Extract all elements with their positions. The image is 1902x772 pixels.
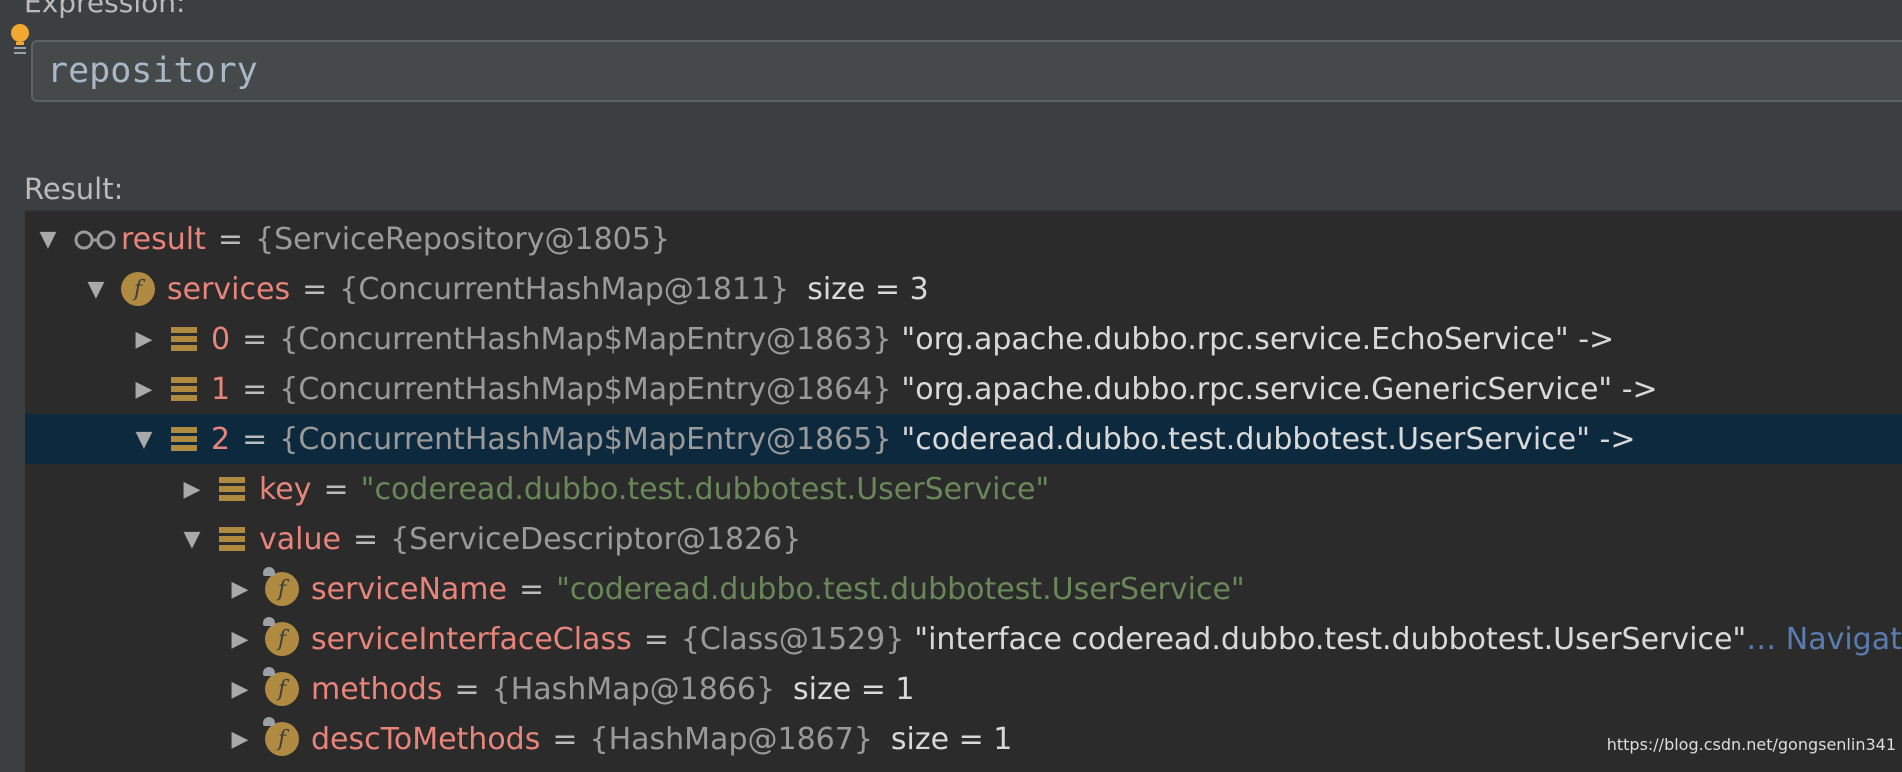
tree-row-methods[interactable]: ▶ f methods = {HashMap@1866} size = 1 bbox=[25, 664, 1902, 714]
field-name: methods bbox=[311, 671, 443, 707]
tree-row-services[interactable]: ▼ f services = {ConcurrentHashMap@1811} … bbox=[25, 264, 1902, 314]
field-name: 1 bbox=[211, 371, 231, 407]
equals-sign: = bbox=[217, 221, 244, 257]
equals-sign: = bbox=[242, 371, 268, 407]
field-name: 0 bbox=[211, 321, 231, 357]
entry-list-icon bbox=[169, 324, 199, 354]
entry-list-icon bbox=[217, 474, 247, 504]
object-ref: {ConcurrentHashMap$MapEntry@1865} bbox=[279, 421, 892, 457]
field-name: result bbox=[121, 221, 206, 257]
object-ref: {ConcurrentHashMap$MapEntry@1863} bbox=[279, 321, 892, 357]
field-icon: f bbox=[121, 272, 155, 306]
object-ref: {ConcurrentHashMap$MapEntry@1864} bbox=[279, 371, 892, 407]
collapsed-arrow-icon[interactable]: ▶ bbox=[225, 624, 255, 654]
field-name: descToMethods bbox=[311, 721, 541, 757]
entry-text: "coderead.dubbo.test.dubbotest.UserServi… bbox=[901, 421, 1636, 457]
equals-sign: = bbox=[302, 271, 328, 307]
private-field-icon: f bbox=[263, 717, 299, 756]
equals-sign: = bbox=[552, 721, 578, 757]
private-field-icon: f bbox=[263, 567, 299, 606]
field-name: serviceName bbox=[311, 571, 507, 607]
tree-row-value[interactable]: ▼ value = {ServiceDescriptor@1826} bbox=[25, 514, 1902, 564]
object-ref: {ServiceRepository@1805} bbox=[255, 221, 670, 257]
entry-text: "org.apache.dubbo.rpc.service.EchoServic… bbox=[901, 321, 1615, 357]
collapsed-arrow-icon[interactable]: ▶ bbox=[129, 374, 159, 404]
expression-input[interactable]: repository bbox=[31, 40, 1902, 102]
object-ref: {HashMap@1866} bbox=[491, 671, 776, 707]
tree-row-entry-0[interactable]: ▶ 0 = {ConcurrentHashMap$MapEntry@1863} … bbox=[25, 314, 1902, 364]
tree-row-entry-2[interactable]: ▼ 2 = {ConcurrentHashMap$MapEntry@1865} … bbox=[25, 414, 1902, 464]
size-text: size = 1 bbox=[793, 671, 915, 707]
result-tree[interactable]: ▼ result = {ServiceRepository@1805} ▼ f … bbox=[25, 210, 1902, 772]
object-ref: {Class@1529} bbox=[680, 621, 905, 657]
size-text: size = 1 bbox=[890, 721, 1013, 757]
expanded-arrow-icon[interactable]: ▼ bbox=[33, 224, 63, 254]
collapsed-arrow-icon[interactable]: ▶ bbox=[225, 674, 255, 704]
field-name: key bbox=[259, 471, 312, 507]
equals-sign: = bbox=[518, 571, 545, 607]
entry-list-icon bbox=[169, 424, 199, 454]
size-text: size = 3 bbox=[807, 271, 929, 307]
tree-row-entry-1[interactable]: ▶ 1 = {ConcurrentHashMap$MapEntry@1864} … bbox=[25, 364, 1902, 414]
expanded-arrow-icon[interactable]: ▼ bbox=[177, 524, 207, 554]
field-name: 2 bbox=[211, 421, 231, 457]
equals-sign: = bbox=[242, 321, 268, 357]
result-label: Result: bbox=[24, 172, 124, 206]
private-field-icon: f bbox=[263, 617, 299, 656]
collapsed-arrow-icon[interactable]: ▶ bbox=[177, 474, 207, 504]
field-name: value bbox=[259, 521, 341, 557]
expanded-arrow-icon[interactable]: ▼ bbox=[129, 424, 159, 454]
field-name: services bbox=[167, 271, 291, 307]
collapsed-arrow-icon[interactable]: ▶ bbox=[225, 724, 255, 754]
equals-sign: = bbox=[352, 521, 379, 557]
equals-sign: = bbox=[454, 671, 480, 707]
tree-row-result[interactable]: ▼ result = {ServiceRepository@1805} bbox=[25, 214, 1902, 264]
entry-text: "org.apache.dubbo.rpc.service.GenericSer… bbox=[901, 371, 1658, 407]
equals-sign: = bbox=[242, 421, 268, 457]
equals-sign: = bbox=[323, 471, 349, 507]
tree-row-key[interactable]: ▶ key = "coderead.dubbo.test.dubbotest.U… bbox=[25, 464, 1902, 514]
private-field-icon: f bbox=[263, 667, 299, 706]
entry-list-icon bbox=[169, 374, 199, 404]
string-value: "coderead.dubbo.test.dubbotest.UserServi… bbox=[556, 571, 1245, 607]
navigate-link[interactable]: … Navigate bbox=[1746, 622, 1902, 657]
equals-sign: = bbox=[643, 621, 669, 657]
object-ref: {HashMap@1867} bbox=[589, 721, 873, 757]
expanded-arrow-icon[interactable]: ▼ bbox=[81, 274, 111, 304]
watch-glasses-icon bbox=[74, 230, 116, 250]
watermark-text: https://blog.csdn.net/gongsenlin341 bbox=[1606, 735, 1896, 754]
string-value: "coderead.dubbo.test.dubbotest.UserServi… bbox=[360, 471, 1050, 507]
collapsed-arrow-icon[interactable]: ▶ bbox=[129, 324, 159, 354]
collapsed-arrow-icon[interactable]: ▶ bbox=[225, 574, 255, 604]
field-name: serviceInterfaceClass bbox=[311, 621, 632, 657]
expression-value: repository bbox=[47, 51, 258, 91]
expression-label: Expression: bbox=[24, 0, 186, 19]
class-text: "interface coderead.dubbo.test.dubbotest… bbox=[914, 621, 1747, 657]
object-ref: {ServiceDescriptor@1826} bbox=[390, 521, 802, 557]
tree-row-serviceInterfaceClass[interactable]: ▶ f serviceInterfaceClass = {Class@1529}… bbox=[25, 614, 1902, 664]
object-ref: {ConcurrentHashMap@1811} bbox=[339, 271, 790, 307]
entry-list-icon bbox=[217, 524, 247, 554]
tree-row-serviceName[interactable]: ▶ f serviceName = "coderead.dubbo.test.d… bbox=[25, 564, 1902, 614]
